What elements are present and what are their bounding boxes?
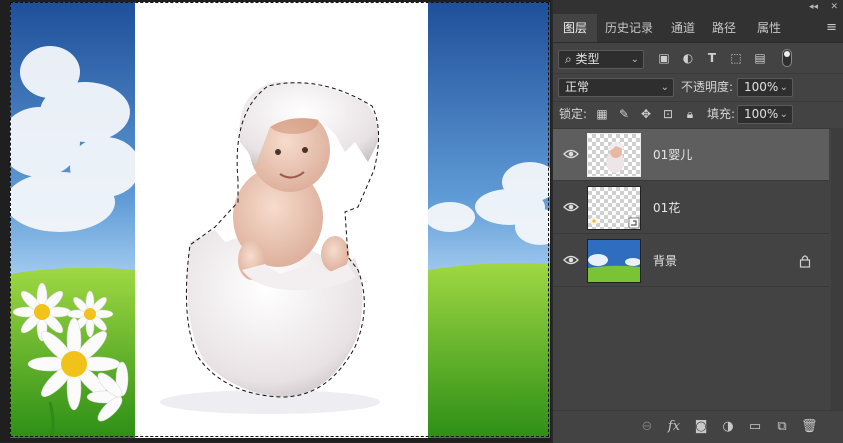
opacity-field[interactable]: 100% ⌄: [737, 78, 793, 97]
collapse-panel-button[interactable]: ◂◂: [809, 1, 818, 13]
new-layer-icon[interactable]: ⧉: [774, 419, 790, 435]
chevron-down-icon: ⌄: [779, 109, 788, 120]
smart-object-filter-icon[interactable]: ▤: [753, 51, 767, 65]
add-mask-icon[interactable]: ◙: [693, 419, 709, 435]
fill-label: 填充:: [707, 107, 736, 121]
layer-name[interactable]: 背景: [653, 235, 677, 287]
filter-type-dropdown[interactable]: ⌕ 类型 ⌄: [558, 50, 644, 69]
document-canvas[interactable]: [0, 0, 551, 442]
lock-row: 锁定: ▦ ✎ ✥ ⊡ 🔒︎ 填充: 100% ⌄: [553, 101, 843, 129]
layers-panel: ◂◂ ✕ 图层 历史记录 通道 路径 属性 ≡ ⌕ 类型 ⌄ ▣ ◐ T ⬚ ▤…: [552, 0, 843, 443]
chevron-down-icon: ⌄: [630, 54, 639, 65]
lock-all-icon[interactable]: 🔒︎: [683, 107, 697, 121]
layers-bottom-toolbar: ⊖ fx ◙ ◑ ▭ ⧉ 🗑︎: [553, 410, 843, 443]
blend-row: 正常 ⌄ 不透明度: 100% ⌄: [553, 74, 843, 102]
lock-transparent-pixels-icon[interactable]: ▦: [595, 107, 609, 121]
type-filter-icon[interactable]: T: [705, 51, 719, 65]
opacity-label: 不透明度:: [681, 80, 734, 94]
baby-thumbnail-icon: [606, 142, 624, 173]
lock-image-pixels-icon[interactable]: ✎: [617, 107, 631, 121]
blend-mode-dropdown[interactable]: 正常 ⌄: [558, 78, 674, 97]
adjustment-layer-icon[interactable]: ◑: [720, 419, 736, 435]
tab-history[interactable]: 历史记录: [595, 14, 663, 42]
fill-field[interactable]: 100% ⌄: [737, 105, 793, 124]
tab-properties[interactable]: 属性: [747, 14, 791, 42]
layer-row-background[interactable]: 背景: [553, 235, 829, 287]
chevron-down-icon: ⌄: [660, 82, 669, 93]
lock-label: 锁定:: [559, 107, 588, 121]
panel-titlebar: ◂◂ ✕: [553, 0, 843, 14]
hamburger-menu-icon[interactable]: ≡: [826, 21, 837, 34]
delete-layer-icon[interactable]: 🗑︎: [801, 419, 818, 435]
selection-outline: [185, 82, 380, 398]
fill-value: 100%: [744, 107, 779, 121]
fx-icon[interactable]: fx: [666, 419, 682, 435]
layer-thumbnail: [587, 133, 641, 177]
flower-thumbnail-icon: [590, 217, 640, 229]
tab-channels[interactable]: 通道: [661, 14, 705, 42]
layer-row-flower[interactable]: 01花: [553, 182, 829, 234]
tab-paths[interactable]: 路径: [702, 14, 746, 42]
close-panel-button[interactable]: ✕: [830, 1, 838, 13]
eye-icon[interactable]: [563, 147, 579, 161]
layer-thumbnail: [587, 186, 641, 230]
layer-thumbnail: [587, 239, 641, 283]
shape-filter-icon[interactable]: ⬚: [729, 51, 743, 65]
filter-row: ⌕ 类型 ⌄ ▣ ◐ T ⬚ ▤: [553, 46, 843, 74]
landscape-thumbnail-icon: [588, 240, 640, 282]
layer-name[interactable]: 01婴儿: [653, 129, 692, 181]
layer-row-baby[interactable]: 01婴儿: [553, 129, 829, 181]
lock-artboard-icon[interactable]: ⊡: [661, 107, 675, 121]
layer-name[interactable]: 01花: [653, 182, 680, 234]
search-icon: ⌕: [565, 52, 576, 66]
eye-icon[interactable]: [563, 200, 579, 214]
eye-icon[interactable]: [563, 253, 579, 267]
panel-tabs: 图层 历史记录 通道 路径 属性: [553, 14, 843, 43]
tab-layers[interactable]: 图层: [553, 14, 598, 42]
link-layers-icon[interactable]: ⊖: [639, 419, 655, 435]
new-group-icon[interactable]: ▭: [747, 419, 763, 435]
lock-position-icon[interactable]: ✥: [639, 107, 653, 121]
filter-toggle-switch[interactable]: [782, 49, 792, 67]
image-filter-icon[interactable]: ▣: [657, 51, 671, 65]
adjustment-filter-icon[interactable]: ◐: [681, 51, 695, 65]
chevron-down-icon: ⌄: [779, 82, 788, 93]
opacity-value: 100%: [744, 80, 779, 94]
layers-scrollbar[interactable]: [831, 128, 843, 410]
lock-icon: [799, 255, 811, 268]
filter-type-label: 类型: [575, 52, 600, 66]
blend-mode-value: 正常: [565, 80, 590, 94]
